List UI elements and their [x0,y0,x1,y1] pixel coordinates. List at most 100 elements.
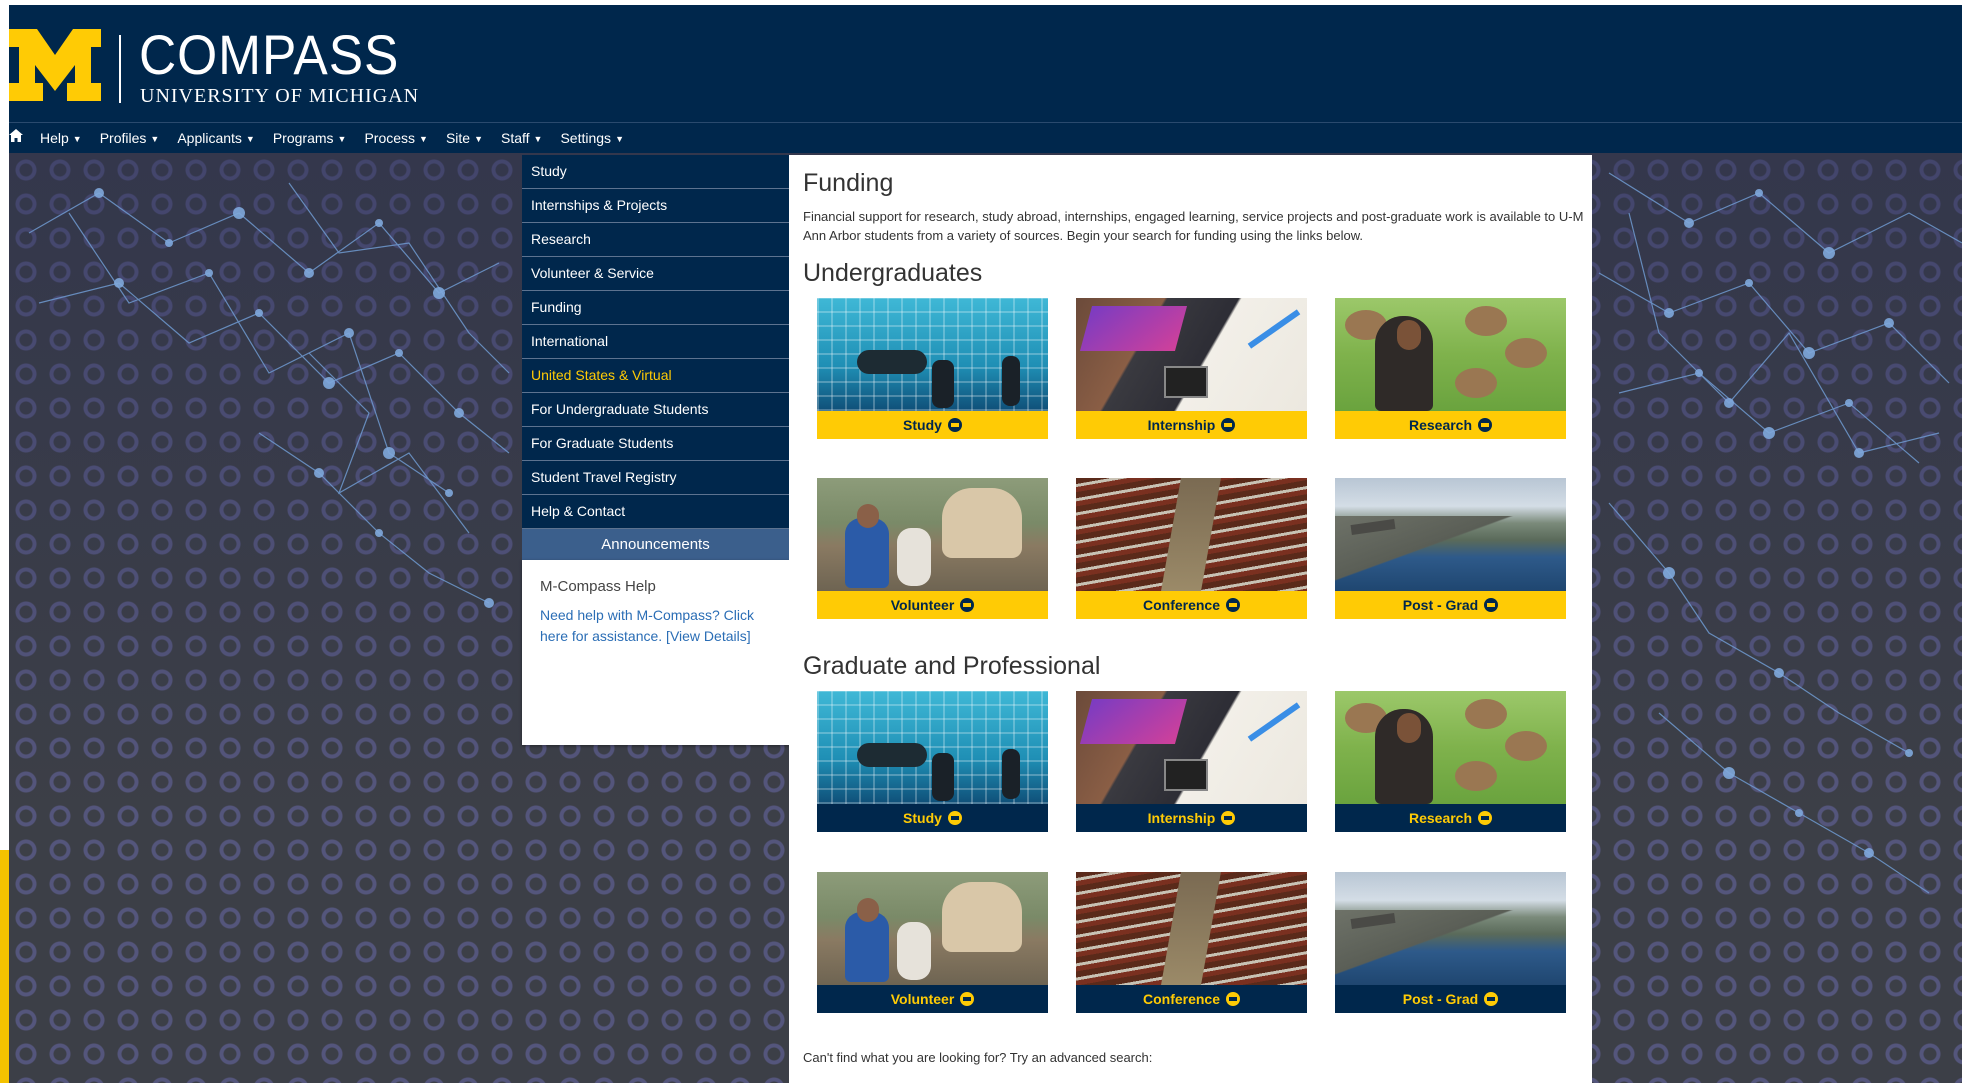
announcements-panel: M-Compass Help Need help with M-Compass?… [522,560,789,745]
tile-label: Post - Grad [1402,991,1479,1007]
caret-down-icon: ▼ [337,134,347,144]
undergrad-tile-conference[interactable]: Conference [1076,478,1307,619]
tile-caption: Study [817,804,1048,832]
sidebar-item-volunteer[interactable]: Volunteer & Service [522,257,789,291]
nav-site[interactable]: Site ▼ [446,130,483,146]
tile-label: Internship [1147,810,1216,826]
announcements-heading: Announcements [522,529,789,560]
sidebar-item-help-contact[interactable]: Help & Contact [522,495,789,529]
nav-staff-label: Staff [501,130,530,146]
university-subtitle: UNIVERSITY OF MICHIGAN [140,85,420,107]
sidebar-item-funding[interactable]: Funding [522,291,789,325]
research-photo [1335,691,1566,804]
volunteer-photo [817,478,1048,591]
sidebar-item-undergraduate[interactable]: For Undergraduate Students [522,393,789,427]
site-header: COMPASS UNIVERSITY OF MICHIGAN [9,5,1962,123]
advanced-search-prompt: Can't find what you are looking for? Try… [803,1050,1153,1065]
nav-profiles-label: Profiles [99,130,147,146]
nav-process-label: Process [364,130,416,146]
nav-settings-label: Settings [560,130,612,146]
caret-down-icon: ▼ [474,134,483,144]
tile-label: Post - Grad [1402,597,1479,613]
arrow-right-icon [1478,418,1493,432]
tile-label: Research [1408,810,1473,826]
tile-label: Volunteer [890,597,955,613]
main-content: Funding Financial support for research, … [789,155,1592,1083]
graduate-tile-research[interactable]: Research [1335,691,1566,832]
tile-label: Internship [1147,417,1216,433]
sidebar-item-travel-registry[interactable]: Student Travel Registry [522,461,789,495]
tile-label: Study [903,417,942,433]
announcement-link[interactable]: Need help with M-Compass? Click here for… [540,605,771,647]
tile-caption: Research [1335,411,1566,439]
study-photo [817,691,1048,804]
left-edge-accent [0,850,9,1083]
undergrad-tile-volunteer[interactable]: Volunteer [817,478,1048,619]
arrow-right-icon [1221,418,1236,432]
page-title: Funding [803,169,894,197]
home-icon[interactable] [9,129,23,147]
caret-down-icon: ▼ [533,134,543,144]
tile-caption: Research [1335,804,1566,832]
nav-applicants[interactable]: Applicants ▼ [177,130,255,146]
sidebar-item-study[interactable]: Study [522,155,789,189]
sidebar-item-united-states[interactable]: United States & Virtual [522,359,789,393]
arrow-right-icon [960,598,975,612]
caret-down-icon: ▼ [72,134,82,144]
sidebar-item-internships[interactable]: Internships & Projects [522,189,789,223]
nav-applicants-label: Applicants [177,130,242,146]
tile-caption: Post - Grad [1335,985,1566,1013]
graduate-tile-internship[interactable]: Internship [1076,691,1307,832]
caret-down-icon: ▼ [419,134,428,144]
tile-caption: Conference [1076,591,1307,619]
sidebar-item-international[interactable]: International [522,325,789,359]
post-grad-photo [1335,478,1566,591]
conference-photo [1076,478,1307,591]
block-m-logo[interactable] [9,29,101,101]
graduate-tile-study[interactable]: Study [817,691,1048,832]
caret-down-icon: ▼ [615,134,624,144]
sidebar-nav: Study Internships & Projects Research Vo… [522,155,789,745]
nav-programs[interactable]: Programs ▼ [273,130,347,146]
tile-caption: Internship [1076,804,1307,832]
arrow-right-icon [1478,811,1493,825]
nav-programs-label: Programs [272,130,334,146]
nav-staff[interactable]: Staff ▼ [501,130,542,146]
tile-caption: Post - Grad [1335,591,1566,619]
tile-label: Study [903,810,942,826]
tile-caption: Study [817,411,1048,439]
nav-settings[interactable]: Settings ▼ [560,130,624,146]
sidebar-item-graduate[interactable]: For Graduate Students [522,427,789,461]
arrow-right-icon [1221,811,1236,825]
graduate-tile-post-grad[interactable]: Post - Grad [1335,872,1566,1013]
graduate-heading: Graduate and Professional [803,652,1101,680]
graduate-tile-volunteer[interactable]: Volunteer [817,872,1048,1013]
nav-site-label: Site [445,130,471,146]
internship-photo [1076,298,1307,411]
nav-profiles[interactable]: Profiles ▼ [100,130,160,146]
logo-divider [119,35,121,103]
graduate-tile-conference[interactable]: Conference [1076,872,1307,1013]
nav-help-label: Help [40,130,69,146]
post-grad-photo [1335,872,1566,985]
undergrad-tile-internship[interactable]: Internship [1076,298,1307,439]
announcement-title: M-Compass Help [540,578,656,595]
arrow-right-icon [1226,598,1241,612]
arrow-right-icon [947,811,962,825]
conference-photo [1076,872,1307,985]
tile-caption: Volunteer [817,985,1048,1013]
arrow-right-icon [1484,992,1499,1006]
study-photo [817,298,1048,411]
sidebar-item-research[interactable]: Research [522,223,789,257]
nav-help[interactable]: Help ▼ [40,130,82,146]
site-title[interactable]: COMPASS [139,27,399,83]
undergrad-tile-study[interactable]: Study [817,298,1048,439]
caret-down-icon: ▼ [245,134,255,144]
undergrad-tile-research[interactable]: Research [1335,298,1566,439]
volunteer-photo [817,872,1048,985]
intro-text: Financial support for research, study ab… [803,209,1584,243]
tile-label: Conference [1142,597,1221,613]
undergrad-tile-post-grad[interactable]: Post - Grad [1335,478,1566,619]
main-nav: Help ▼ Profiles ▼ Applicants ▼ Programs ▼ Pr… [9,123,1962,153]
nav-process[interactable]: Process ▼ [364,130,428,146]
